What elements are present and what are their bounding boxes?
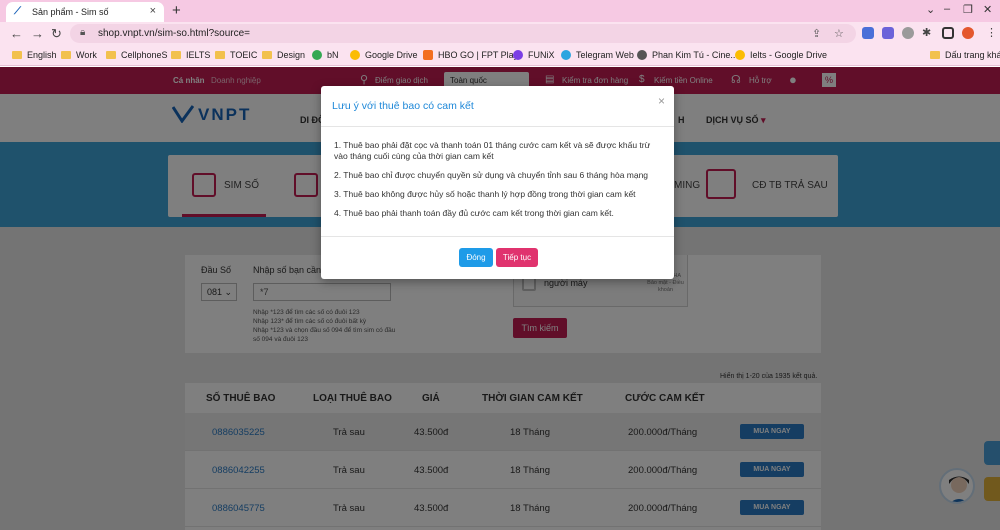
continue-button[interactable]: Tiếp tục [496,248,538,267]
modal-divider [321,126,674,127]
notice-item: 2. Thuê bao chỉ được chuyển quyền sử dụn… [334,170,649,180]
telegram-icon [561,50,571,60]
browser-toolbar: ← → ↻ 🔒︎ shop.vnpt.vn/sim-so.html?source… [0,22,1000,45]
bookmark-design[interactable]: Design [262,50,305,60]
tab-title: Sản phẩm - Sim số [32,7,109,17]
folder-icon [215,51,225,59]
bookmark-other[interactable]: Dấu trang khác [930,50,1000,60]
browser-tab-bar: ⟋ Sản phẩm - Sim số × + ⌄ – ❐ ✕ [0,0,1000,22]
google-drive-icon [735,50,745,60]
chevron-down-icon[interactable]: ⌄ [926,3,935,16]
google-drive-icon [350,50,360,60]
profile-avatar-icon[interactable] [962,27,974,39]
folder-icon [106,51,116,59]
close-button[interactable]: Đóng [459,248,493,267]
bookmark-star-icon[interactable]: ☆ [834,27,844,40]
bookmark-phan-kim-tu[interactable]: Phan Kim Tú - Cine... [637,50,738,60]
vnpt-favicon-icon: ⟋ [14,6,21,17]
folder-icon [61,51,71,59]
notice-item: 4. Thuê bao phải thanh toán đầy đủ cước … [334,208,614,218]
fpt-play-icon [423,50,433,60]
lock-icon[interactable]: 🔒︎ [80,27,85,38]
folder-icon [262,51,272,59]
share-icon[interactable]: ⇪ [812,27,821,40]
address-bar[interactable]: 🔒︎ shop.vnpt.vn/sim-so.html?source= ⇪ ☆ [70,24,856,43]
notice-item: 3. Thuê bao không được hủy số hoặc thanh… [334,189,636,199]
modal-divider [321,236,674,237]
forward-icon[interactable]: → [31,26,44,41]
tab-close-icon[interactable]: × [150,5,156,17]
folder-icon [12,51,22,59]
close-window-icon[interactable]: ✕ [983,3,992,16]
google-drive-icon [312,50,322,60]
restore-icon[interactable]: ❐ [963,3,973,16]
bookmark-ielts[interactable]: IELTS [171,50,210,60]
folder-icon [930,51,940,59]
profile-icon [637,50,647,60]
page-content: Cá nhân Doanh nghiệp ⚲ Điểm giao dịch To… [0,67,1000,530]
url-text: shop.vnpt.vn/sim-so.html?source= [98,28,251,39]
notice-item: 1. Thuê bao phải đặt cọc và thanh toán 0… [334,140,651,161]
translate-extension-icon[interactable] [862,27,874,39]
more-menu-icon[interactable]: ⋮ [986,26,997,39]
browser-tab[interactable]: ⟋ Sản phẩm - Sim số × [6,2,164,22]
new-tab-icon[interactable]: + [172,2,181,19]
extension-icon[interactable] [902,27,914,39]
bookmark-telegram[interactable]: Telegram Web [561,50,634,60]
reload-icon[interactable]: ↻ [51,26,62,42]
bookmark-bn[interactable]: bN [312,50,339,60]
modal-body: 1. Thuê bao phải đặt cọc và thanh toán 0… [334,140,664,227]
bookmark-work[interactable]: Work [61,50,97,60]
bookmark-toeic[interactable]: TOEIC [215,50,257,60]
bookmark-cellphones[interactable]: CellphoneS [106,50,168,60]
back-icon[interactable]: ← [10,26,23,41]
extension-icon[interactable] [882,27,894,39]
folder-icon [171,51,181,59]
side-panel-icon[interactable] [942,27,954,39]
funix-icon [513,50,523,60]
bookmark-hbo-go[interactable]: HBO GO | FPT Play [423,50,518,60]
modal-title: Lưu ý với thuê bao có cam kết [332,100,474,112]
minimize-icon[interactable]: – [944,3,950,15]
bookmark-ielts-drive[interactable]: Ielts - Google Drive [735,50,827,60]
bookmark-english[interactable]: English [12,50,57,60]
bookmarks-bar: English Work CellphoneS IELTS TOEIC Desi… [0,45,1000,66]
bookmark-google-drive[interactable]: Google Drive [350,50,418,60]
commitment-notice-modal: Lưu ý với thuê bao có cam kết × 1. Thuê … [321,86,674,279]
bookmark-funix[interactable]: FUNiX [513,50,555,60]
modal-close-icon[interactable]: × [658,94,665,108]
puzzle-extensions-icon[interactable]: ✱ [922,26,931,39]
